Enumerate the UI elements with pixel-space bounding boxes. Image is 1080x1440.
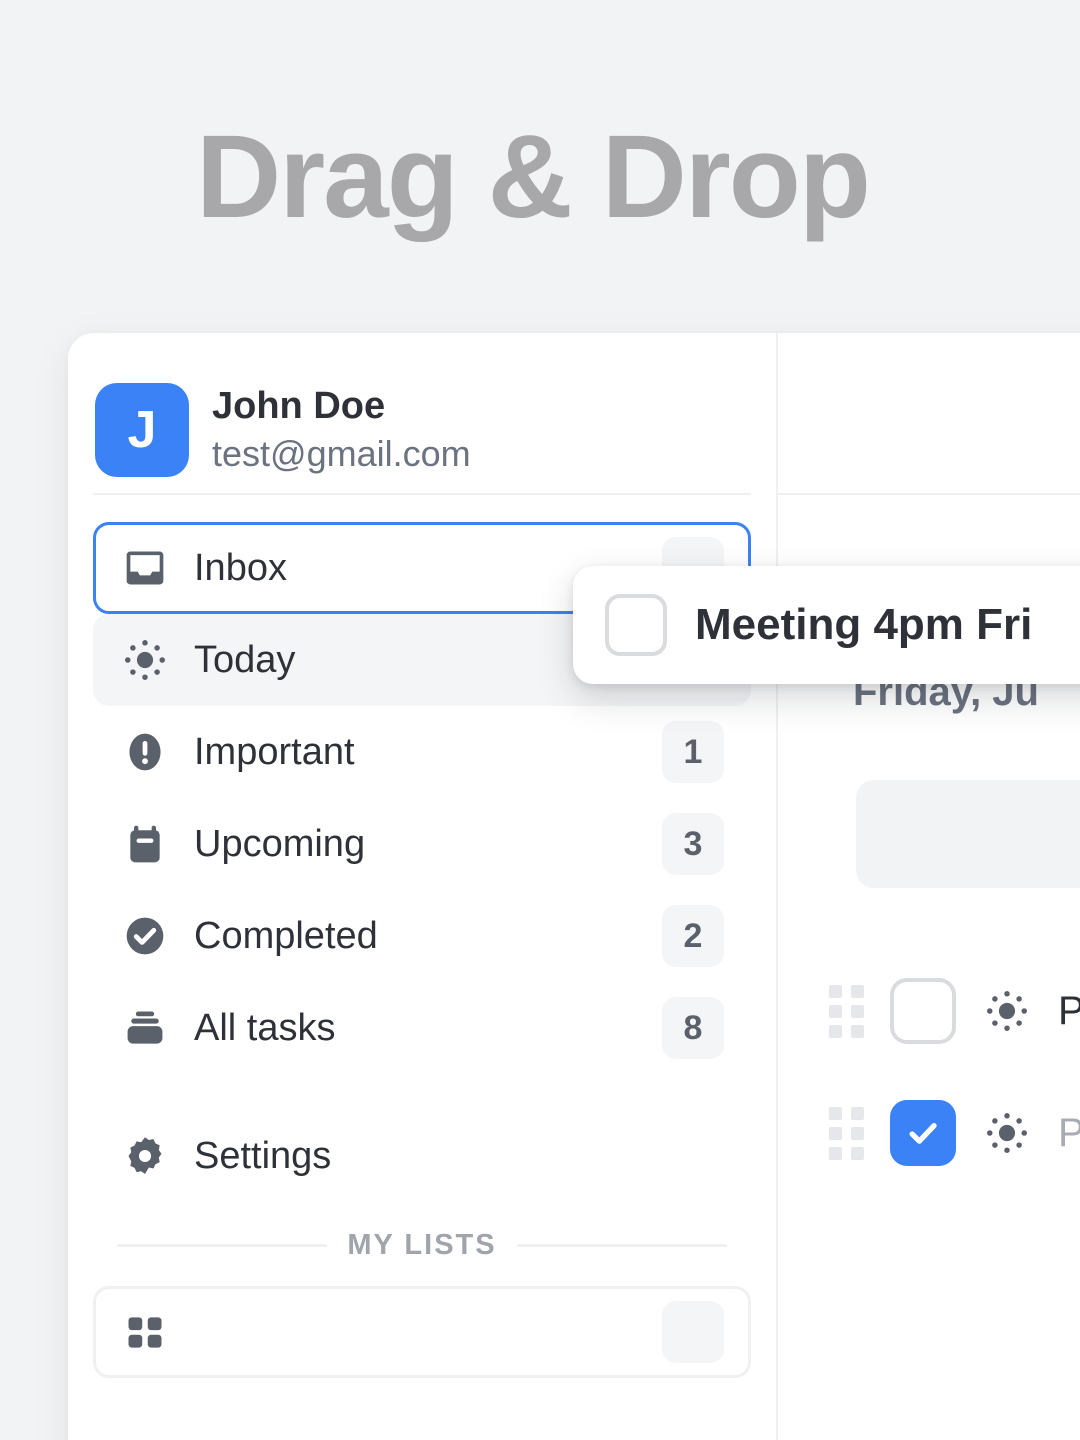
- table-row[interactable]: P: [828, 1072, 1080, 1194]
- sidebar-item-settings[interactable]: Settings: [93, 1110, 751, 1202]
- section-title: MY LISTS: [347, 1228, 497, 1261]
- drag-preview-card[interactable]: Meeting 4pm Fri: [573, 566, 1080, 684]
- sidebar-item-label: Settings: [194, 1134, 332, 1177]
- archive-icon: [120, 1003, 170, 1053]
- sidebar-item-upcoming[interactable]: Upcoming 3: [93, 798, 751, 890]
- sidebar: J John Doe test@gmail.com Inbox Today Im…: [68, 333, 778, 1440]
- list-item[interactable]: [93, 1286, 751, 1378]
- sidebar-item-important[interactable]: Important 1: [93, 706, 751, 798]
- task-checkbox[interactable]: [605, 594, 667, 656]
- drag-handle-icon[interactable]: [828, 984, 864, 1038]
- sun-icon: [982, 986, 1032, 1036]
- table-row[interactable]: P: [828, 950, 1080, 1072]
- sidebar-item-label: All tasks: [194, 1006, 336, 1049]
- user-profile[interactable]: J John Doe test@gmail.com: [68, 333, 776, 493]
- profile-name: John Doe: [212, 384, 386, 427]
- task-checkbox[interactable]: [890, 978, 956, 1044]
- sidebar-item-label: Upcoming: [194, 822, 366, 865]
- divider-left: [117, 1243, 328, 1247]
- sidebar-item-label: Completed: [194, 914, 378, 957]
- main-panel: Friday, Ju P P: [778, 333, 1080, 1440]
- divider-right: [516, 1243, 727, 1247]
- sun-icon: [982, 1108, 1032, 1158]
- profile-text: John Doe test@gmail.com: [212, 385, 471, 474]
- sidebar-item-label: Inbox: [194, 546, 287, 589]
- sidebar-item-label: Today: [194, 638, 296, 681]
- sidebar-item-all-tasks[interactable]: All tasks 8: [93, 982, 751, 1074]
- grid-icon: [120, 1307, 170, 1357]
- task-list: P P: [778, 950, 1080, 1194]
- sidebar-item-badge: 2: [662, 905, 724, 967]
- task-title: P: [1058, 988, 1080, 1033]
- page-title: Drag & Drop: [196, 111, 871, 243]
- sun-icon: [120, 635, 170, 685]
- check-circle-icon: [120, 911, 170, 961]
- task-composer[interactable]: [856, 780, 1080, 888]
- gear-icon: [120, 1131, 170, 1181]
- task-title: P: [1058, 1110, 1080, 1155]
- sidebar-item-badge: 1: [662, 721, 724, 783]
- section-header-my-lists: MY LISTS: [93, 1220, 751, 1270]
- avatar: J: [95, 382, 189, 477]
- list-item-badge: [662, 1301, 724, 1363]
- exclamation-circle-icon: [120, 727, 170, 777]
- main-header: [778, 333, 1080, 493]
- sidebar-item-completed[interactable]: Completed 2: [93, 890, 751, 982]
- inbox-icon: [120, 543, 170, 593]
- divider: [778, 493, 1080, 495]
- sidebar-item-badge: 8: [662, 997, 724, 1059]
- drag-preview-title: Meeting 4pm Fri: [695, 600, 1033, 649]
- app-window: J John Doe test@gmail.com Inbox Today Im…: [68, 333, 1080, 1440]
- sidebar-item-label: Important: [194, 730, 355, 773]
- drag-handle-icon[interactable]: [828, 1106, 864, 1160]
- sidebar-item-badge: 3: [662, 813, 724, 875]
- profile-email: test@gmail.com: [212, 432, 471, 474]
- calendar-icon: [120, 819, 170, 869]
- task-checkbox[interactable]: [890, 1100, 956, 1166]
